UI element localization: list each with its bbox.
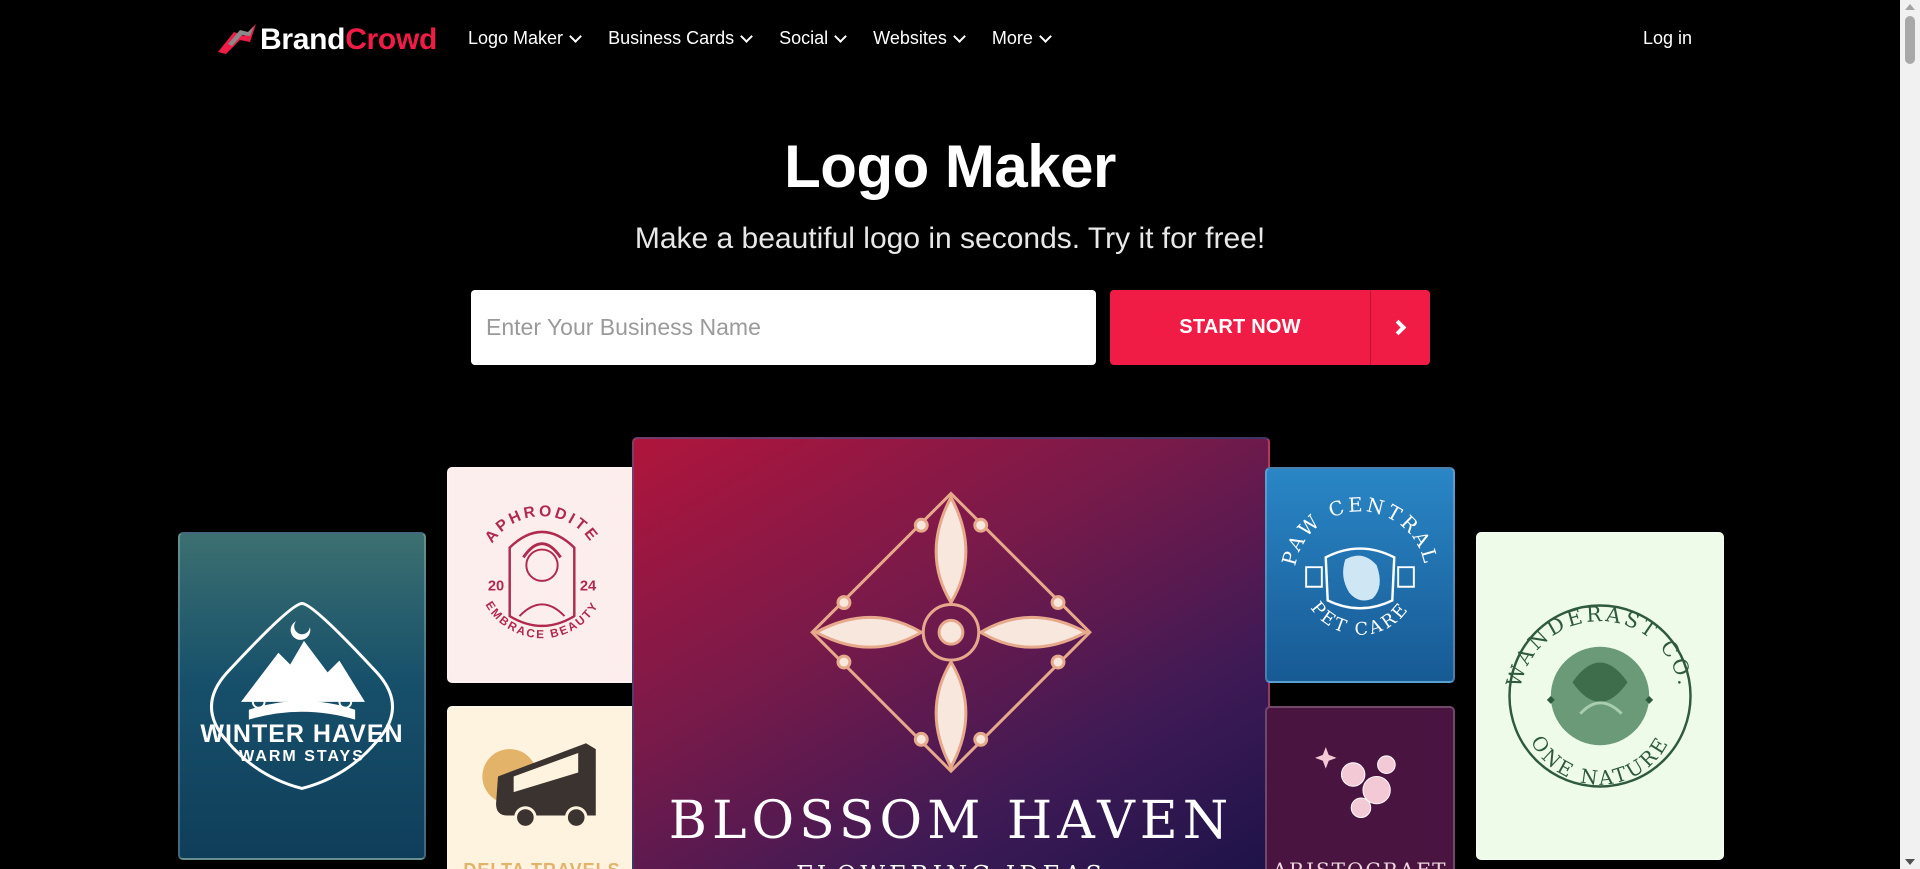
logo-title: DELTA TRAVELS — [449, 860, 635, 869]
chevron-right-icon — [1371, 319, 1430, 336]
svg-text:PET CARE: PET CARE — [1306, 598, 1414, 640]
chevron-down-icon — [569, 29, 582, 43]
nav-label: Business Cards — [608, 28, 735, 48]
nav-logo-maker[interactable]: Logo Maker — [468, 28, 582, 49]
logo-card-delta-travels[interactable]: DELTA TRAVELS — [447, 706, 637, 869]
nav-websites[interactable]: Websites — [873, 28, 966, 49]
nav-social[interactable]: Social — [779, 28, 848, 49]
logo-title: ARISTOCRAFT — [1267, 858, 1453, 869]
logo-title: WINTER HAVEN — [200, 720, 404, 748]
svg-text:APHRODITE: APHRODITE — [482, 503, 603, 546]
nav-label: Social — [779, 28, 829, 48]
business-name-input[interactable] — [471, 290, 1096, 365]
logo-card-winter-haven[interactable]: WINTER HAVEN WARM STAYS — [178, 532, 426, 860]
bus-icon — [482, 743, 596, 829]
chevron-down-icon — [740, 29, 753, 43]
nav-label: Websites — [873, 28, 947, 48]
page-scrollbar[interactable] — [1900, 0, 1920, 869]
brandcrowd-logo[interactable]: BrandCrowd — [214, 22, 437, 58]
hero-subtitle: Make a beautiful logo in seconds. Try it… — [634, 222, 1266, 255]
logo-card-paw-central[interactable]: PAW CENTRAL PET CARE — [1265, 467, 1455, 683]
moon-flowers-icon — [1315, 737, 1407, 823]
logo-subtitle: FLOWERING IDEAS — [634, 861, 1268, 869]
scroll-up-icon[interactable] — [1905, 4, 1915, 10]
logo-card-blossom-haven[interactable]: BLOSSOM HAVEN FLOWERING IDEAS — [632, 437, 1270, 869]
leaf-circle-icon: WANDERAST CO. ONE NATURE — [1502, 602, 1696, 790]
logo-title: BLOSSOM HAVEN — [668, 791, 1234, 851]
nav-label: Logo Maker — [468, 28, 564, 48]
chevron-down-icon — [834, 29, 848, 43]
logo-card-wanderast[interactable]: WANDERAST CO. ONE NATURE — [1476, 532, 1724, 860]
chevron-down-icon — [952, 29, 966, 43]
nav-business-cards[interactable]: Business Cards — [608, 28, 753, 49]
svg-text:24: 24 — [580, 579, 597, 595]
start-now-label: START NOW — [1179, 316, 1301, 338]
scroll-down-icon[interactable] — [1905, 859, 1915, 865]
start-now-button[interactable]: START NOW — [1110, 290, 1430, 365]
svg-text:EMBRACE BEAUTY: EMBRACE BEAUTY — [483, 599, 602, 641]
chevron-down-icon — [1039, 29, 1052, 43]
scroll-thumb[interactable] — [1905, 16, 1915, 64]
svg-text:20: 20 — [488, 579, 504, 595]
logo-wordmark: BrandCrowd — [260, 23, 438, 56]
main-nav: Logo Maker Business Cards Social Website… — [468, 28, 1078, 49]
dog-emblem-icon: PAW CENTRAL PET CARE — [1278, 493, 1440, 640]
goddess-portrait-icon: APHRODITE EMBRACE BEAUTY 20 24 — [482, 503, 603, 641]
site-header: BrandCrowd Logo Maker Business Cards Soc… — [0, 0, 1900, 80]
logo-card-aristocraft[interactable]: ARISTOCRAFT — [1265, 706, 1455, 869]
logo-card-aphrodite[interactable]: APHRODITE EMBRACE BEAUTY 20 24 — [447, 467, 637, 683]
mountain-emblem-icon — [210, 602, 394, 791]
page-title: Logo Maker — [784, 133, 1116, 200]
nav-label: More — [991, 28, 1033, 48]
brandcrowd-logo-icon — [218, 24, 256, 54]
nav-more[interactable]: More — [991, 28, 1052, 49]
login-link[interactable]: Log in — [1643, 28, 1692, 49]
logo-subtitle: WARM STAYS — [239, 748, 365, 765]
